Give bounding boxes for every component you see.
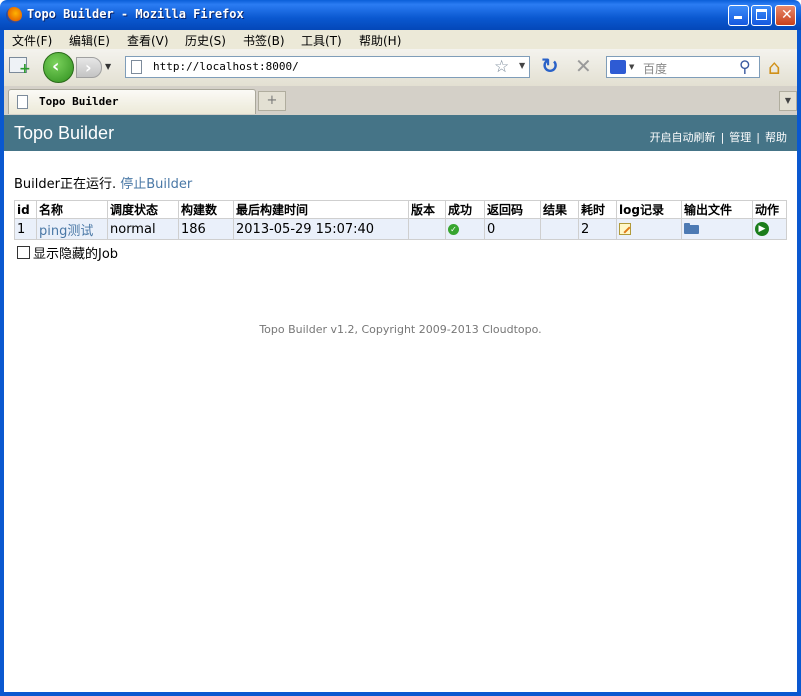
history-dropdown-icon[interactable]: ▼	[105, 62, 111, 71]
menu-tools[interactable]: 工具(T)	[301, 32, 342, 49]
tab-strip: Topo Builder + ▼	[4, 86, 797, 116]
bookmark-star-icon[interactable]: ☆	[494, 57, 509, 77]
url-dropdown-icon[interactable]: ▼	[519, 61, 525, 70]
col-return-code: 返回码	[484, 200, 541, 219]
link-separator: |	[720, 131, 725, 144]
url-field[interactable]: http://localhost:8000/	[153, 60, 299, 73]
back-arrow-icon: ‹	[52, 56, 60, 77]
menu-bar: 文件(F) 编辑(E) 查看(V) 历史(S) 书签(B) 工具(T) 帮助(H…	[4, 30, 797, 49]
cell-duration: 2	[578, 218, 617, 240]
help-link[interactable]: 帮助	[765, 131, 787, 144]
folder-icon[interactable]	[684, 222, 699, 234]
firefox-icon	[6, 7, 22, 23]
menu-file[interactable]: 文件(F)	[12, 32, 52, 49]
cell-name: ping测试	[36, 218, 108, 240]
col-last-build: 最后构建时间	[233, 200, 409, 219]
menu-help[interactable]: 帮助(H)	[359, 32, 401, 49]
menu-view[interactable]: 查看(V)	[127, 32, 169, 49]
search-engine-dropdown-icon[interactable]: ▼	[629, 63, 634, 71]
stop-builder-link[interactable]: 停止Builder	[120, 177, 192, 192]
stop-icon[interactable]: ✕	[575, 54, 592, 78]
back-button[interactable]: ‹	[43, 52, 74, 83]
col-result: 结果	[540, 200, 579, 219]
link-separator: |	[756, 131, 760, 144]
search-icon[interactable]: ⚲	[739, 57, 751, 76]
cell-version	[408, 218, 446, 240]
forward-arrow-icon: ›	[85, 58, 92, 77]
home-icon[interactable]: ⌂	[768, 55, 781, 79]
cell-result	[540, 218, 579, 240]
show-hidden-label: 显示隐藏的Job	[33, 247, 119, 262]
tab-list-dropdown-icon[interactable]: ▼	[779, 91, 797, 111]
auto-refresh-link[interactable]: 开启自动刷新	[650, 131, 716, 144]
cell-output	[681, 218, 753, 240]
show-hidden-checkbox[interactable]	[17, 246, 30, 259]
cell-builds: 186	[178, 218, 234, 240]
menu-bookmarks[interactable]: 书签(B)	[243, 32, 285, 49]
col-duration: 耗时	[578, 200, 617, 219]
search-engine-icon[interactable]	[610, 60, 626, 74]
status-text: Builder正在运行.	[14, 177, 117, 192]
col-version: 版本	[408, 200, 446, 219]
col-name: 名称	[36, 200, 108, 219]
col-action: 动作	[752, 200, 787, 219]
run-icon[interactable]: ▶	[755, 222, 769, 236]
cell-schedule: normal	[107, 218, 179, 240]
window-titlebar: Topo Builder - Mozilla Firefox ✕	[0, 0, 801, 30]
close-icon: ✕	[781, 7, 793, 23]
show-hidden-option: 显示隐藏的Job	[17, 243, 118, 262]
minimize-button[interactable]	[728, 5, 749, 26]
tab-topo-builder[interactable]: Topo Builder	[8, 89, 256, 114]
job-name-link[interactable]: ping测试	[39, 224, 93, 239]
builder-status: Builder正在运行. 停止Builder	[14, 173, 192, 192]
page-footer: Topo Builder v1.2, Copyright 2009-2013 C…	[259, 323, 542, 336]
table-row: 1 ping测试 normal 186 2013-05-29 15:07:40 …	[14, 218, 787, 240]
new-tab-toolbar-icon[interactable]: +	[9, 57, 31, 76]
check-icon: ✓	[448, 223, 459, 235]
header-links: 开启自动刷新 | 管理 | 帮助	[650, 129, 787, 145]
close-button[interactable]: ✕	[775, 5, 796, 26]
cell-last-build: 2013-05-29 15:07:40	[233, 218, 409, 240]
col-success: 成功	[445, 200, 485, 219]
col-schedule: 调度状态	[107, 200, 179, 219]
navigation-toolbar: + ‹ › ▼ http://localhost:8000/ ☆ ▼ ↻ ✕ ▼…	[4, 49, 797, 87]
address-bar[interactable]: http://localhost:8000/ ☆ ▼	[125, 56, 530, 78]
cell-log	[616, 218, 682, 240]
window-title: Topo Builder - Mozilla Firefox	[27, 7, 244, 21]
maximize-button[interactable]	[751, 5, 772, 26]
job-table: id 名称 调度状态 构建数 最后构建时间 版本 成功 返回码 结果 耗时 lo…	[14, 200, 787, 240]
col-id: id	[14, 200, 37, 219]
cell-action: ▶	[752, 218, 787, 240]
window-frame-bottom	[0, 692, 801, 696]
forward-button[interactable]: ›	[76, 57, 102, 78]
app-brand[interactable]: Topo Builder	[14, 123, 114, 144]
edit-log-icon[interactable]	[619, 223, 631, 235]
tab-page-icon	[17, 95, 28, 109]
window-frame-right	[797, 30, 801, 696]
menu-edit[interactable]: 编辑(E)	[69, 32, 110, 49]
col-log: log记录	[616, 200, 682, 219]
cell-return-code: 0	[484, 218, 541, 240]
app-header: Topo Builder 开启自动刷新 | 管理 | 帮助	[4, 115, 797, 151]
reload-icon[interactable]: ↻	[541, 54, 559, 78]
cell-id: 1	[14, 218, 37, 240]
search-box[interactable]: ▼ 百度 ⚲	[606, 56, 760, 78]
col-output: 输出文件	[681, 200, 753, 219]
new-tab-button[interactable]: +	[258, 91, 286, 111]
table-header-row: id 名称 调度状态 构建数 最后构建时间 版本 成功 返回码 结果 耗时 lo…	[14, 200, 787, 219]
menu-history[interactable]: 历史(S)	[185, 32, 226, 49]
page-icon	[131, 60, 142, 74]
admin-link[interactable]: 管理	[729, 131, 751, 144]
cell-success: ✓	[445, 218, 485, 240]
search-placeholder: 百度	[643, 62, 668, 76]
col-builds: 构建数	[178, 200, 234, 219]
tab-title: Topo Builder	[39, 95, 119, 108]
